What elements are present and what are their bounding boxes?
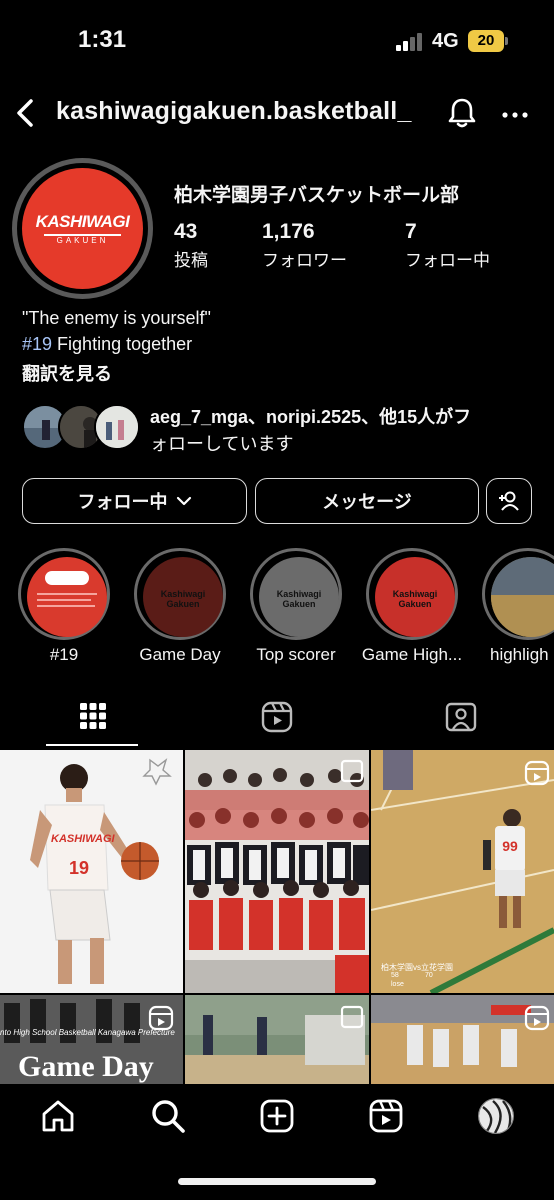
highlight-label: #19 bbox=[49, 645, 79, 664]
score-b: 70 bbox=[425, 972, 433, 979]
post-thumbnail[interactable]: KASHIWAGI 19 bbox=[0, 750, 183, 993]
highlight-game-high[interactable]: Kashiwagi Gakuen bbox=[366, 548, 458, 640]
following-button-label: フォロー中 bbox=[77, 492, 168, 512]
more-options-icon[interactable] bbox=[500, 100, 530, 130]
post-banner-text: nto High School Basketball Kanagawa Pref… bbox=[0, 1028, 175, 1037]
highlight-top-scorer[interactable]: Kashiwagi Gakuen bbox=[250, 548, 342, 640]
post-thumbnail[interactable]: 99 柏木学園vs立花学園 58 70 lose bbox=[371, 750, 554, 993]
back-arrow-icon[interactable] bbox=[12, 98, 42, 128]
reels-icon[interactable] bbox=[368, 1098, 404, 1139]
message-button[interactable]: メッセージ bbox=[255, 478, 479, 524]
battery-icon: 20 bbox=[468, 30, 504, 52]
profile-avatar[interactable]: KASHIWAGI GAKUEN bbox=[22, 168, 143, 289]
create-post-icon[interactable] bbox=[259, 1098, 295, 1139]
highlight-label: Game High... bbox=[361, 645, 463, 664]
highlight-label: highligh bbox=[490, 645, 549, 664]
home-indicator bbox=[178, 1178, 376, 1185]
post-thumbnail[interactable]: nto High School Basketball Kanagawa Pref… bbox=[0, 995, 183, 1084]
stat-followers[interactable]: 1,176 フォロワー bbox=[262, 220, 347, 271]
stat-followers-value: 1,176 bbox=[262, 220, 315, 243]
tagged-tab-icon[interactable] bbox=[445, 701, 477, 738]
jersey-number: 99 bbox=[502, 838, 518, 854]
highlight-cover: Kashiwagi Gakuen bbox=[143, 557, 223, 637]
jersey-number: 19 bbox=[68, 858, 90, 878]
home-icon[interactable] bbox=[40, 1098, 76, 1139]
signal-icon bbox=[396, 31, 424, 51]
suggest-people-button[interactable] bbox=[486, 478, 532, 524]
highlight-19[interactable] bbox=[18, 548, 110, 640]
highlight-cover: Kashiwagi Gakuen bbox=[259, 557, 339, 637]
highlight-game-day[interactable]: Kashiwagi Gakuen bbox=[134, 548, 226, 640]
profile-avatar-icon[interactable] bbox=[478, 1098, 514, 1134]
highlight-label: Top scorer bbox=[256, 645, 336, 664]
mutual-followers-text[interactable]: aeg_7_mga、noripi.2525、他15人がフ ォローしています bbox=[150, 404, 530, 458]
stat-following[interactable]: 7 フォロー中 bbox=[405, 220, 490, 271]
grid-tab-icon[interactable] bbox=[79, 702, 107, 735]
mutual-line-1: aeg_7_mga、noripi.2525、他15人がフ bbox=[150, 407, 472, 427]
profile-display-name: 柏木学園男子バスケットボール部 bbox=[174, 185, 460, 206]
bio-line-hashtag: #19 Fighting together bbox=[22, 334, 193, 354]
jersey-text: KASHIWAGI bbox=[51, 833, 115, 845]
avatar-logo-subtext: GAKUEN bbox=[56, 236, 109, 245]
active-tab-indicator bbox=[46, 744, 138, 746]
stat-posts-value: 43 bbox=[174, 220, 198, 243]
add-person-icon bbox=[499, 491, 519, 511]
post-thumbnail[interactable] bbox=[185, 750, 369, 993]
avatar-logo-text: KASHIWAGI bbox=[35, 212, 130, 231]
score-a: 58 bbox=[391, 972, 399, 979]
stat-posts-label: 投稿 bbox=[174, 251, 208, 270]
battery-tip bbox=[505, 37, 508, 45]
stat-following-label: フォロー中 bbox=[405, 251, 490, 270]
profile-username: kashiwagigakuen.basketball_ bbox=[56, 97, 412, 125]
network-label: 4G bbox=[432, 30, 459, 52]
translate-link[interactable]: 翻訳を見る bbox=[22, 360, 112, 386]
stat-following-value: 7 bbox=[405, 220, 417, 243]
reels-tab-icon[interactable] bbox=[261, 701, 293, 738]
highlight-label: Game Day bbox=[139, 645, 221, 664]
post-title-text: Game Day bbox=[18, 1050, 154, 1083]
stat-posts[interactable]: 43 投稿 bbox=[174, 220, 208, 271]
bio-line-quote: "The enemy is yourself" bbox=[22, 308, 211, 328]
following-button[interactable]: フォロー中 bbox=[22, 478, 247, 524]
message-button-label: メッセージ bbox=[322, 492, 412, 512]
highlight-cover bbox=[491, 557, 554, 637]
chevron-down-icon bbox=[176, 496, 191, 506]
mutual-avatar[interactable] bbox=[94, 404, 140, 450]
highlight-highlights[interactable] bbox=[482, 548, 554, 640]
post-thumbnail[interactable] bbox=[185, 995, 369, 1084]
status-time: 1:31 bbox=[78, 26, 127, 53]
highlight-cover bbox=[27, 557, 107, 637]
stat-followers-label: フォロワー bbox=[262, 251, 347, 270]
hashtag-link[interactable]: #19 bbox=[22, 334, 52, 354]
result-text: lose bbox=[391, 981, 404, 988]
mutual-line-2: ォローしています bbox=[150, 434, 294, 454]
bell-icon[interactable] bbox=[445, 96, 479, 130]
highlight-cover: Kashiwagi Gakuen bbox=[375, 557, 455, 637]
search-icon[interactable] bbox=[150, 1098, 186, 1139]
post-thumbnail[interactable] bbox=[371, 995, 554, 1084]
